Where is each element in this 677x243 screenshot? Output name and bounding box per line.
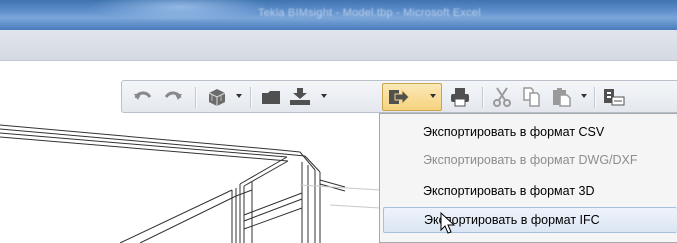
- special-icon: [604, 89, 625, 106]
- 3d-view-icon: [208, 89, 226, 106]
- toolbar-separator: [195, 87, 196, 108]
- 3d-view-dropdown-arrow[interactable]: [236, 94, 242, 98]
- window-title: Tekla BIMsight - Model.tbp - Microsoft E…: [258, 7, 481, 19]
- menu-item-export-ifc[interactable]: Экспортировать в формат IFC: [383, 207, 677, 233]
- copy-button[interactable]: [520, 86, 544, 108]
- toolbar-separator: [594, 87, 595, 108]
- cut-button[interactable]: [490, 86, 514, 108]
- paste-button[interactable]: [550, 86, 574, 108]
- paste-icon: [553, 88, 571, 107]
- special-button[interactable]: [601, 86, 627, 108]
- open-folder-icon: [262, 91, 280, 104]
- print-icon: [451, 88, 469, 107]
- print-button[interactable]: [448, 86, 472, 108]
- export-dropdown-menu: Экспортировать в формат CSV Экспортирова…: [379, 113, 677, 243]
- import-icon: [290, 88, 310, 105]
- import-dropdown-arrow[interactable]: [321, 94, 327, 98]
- toolbar-separator: [250, 87, 251, 108]
- menu-strip: [0, 30, 677, 61]
- redo-button[interactable]: [162, 86, 184, 108]
- export-button[interactable]: [386, 86, 412, 108]
- export-dropdown-arrow[interactable]: [430, 94, 436, 98]
- open-button[interactable]: [259, 86, 283, 108]
- 3d-view-button[interactable]: [205, 86, 229, 108]
- export-icon: [389, 88, 410, 106]
- import-button[interactable]: [287, 86, 313, 108]
- paste-dropdown-arrow[interactable]: [581, 94, 587, 98]
- title-bar-glow: [90, 0, 270, 22]
- copy-icon: [523, 87, 540, 107]
- undo-icon: [134, 91, 152, 100]
- menu-item-export-3d[interactable]: Экспортировать в формат 3D: [383, 178, 677, 204]
- main-toolbar: [121, 80, 677, 113]
- mouse-cursor-icon: [440, 212, 456, 234]
- menu-item-export-dwg-dxf[interactable]: Экспортировать в формат DWG/DXF: [383, 147, 677, 173]
- toolbar-separator: [482, 87, 483, 108]
- menu-item-export-csv[interactable]: Экспортировать в формат CSV: [383, 119, 677, 145]
- cut-icon: [493, 87, 511, 107]
- title-bar: Tekla BIMsight - Model.tbp - Microsoft E…: [0, 0, 677, 30]
- undo-button[interactable]: [132, 86, 154, 108]
- redo-icon: [164, 91, 182, 100]
